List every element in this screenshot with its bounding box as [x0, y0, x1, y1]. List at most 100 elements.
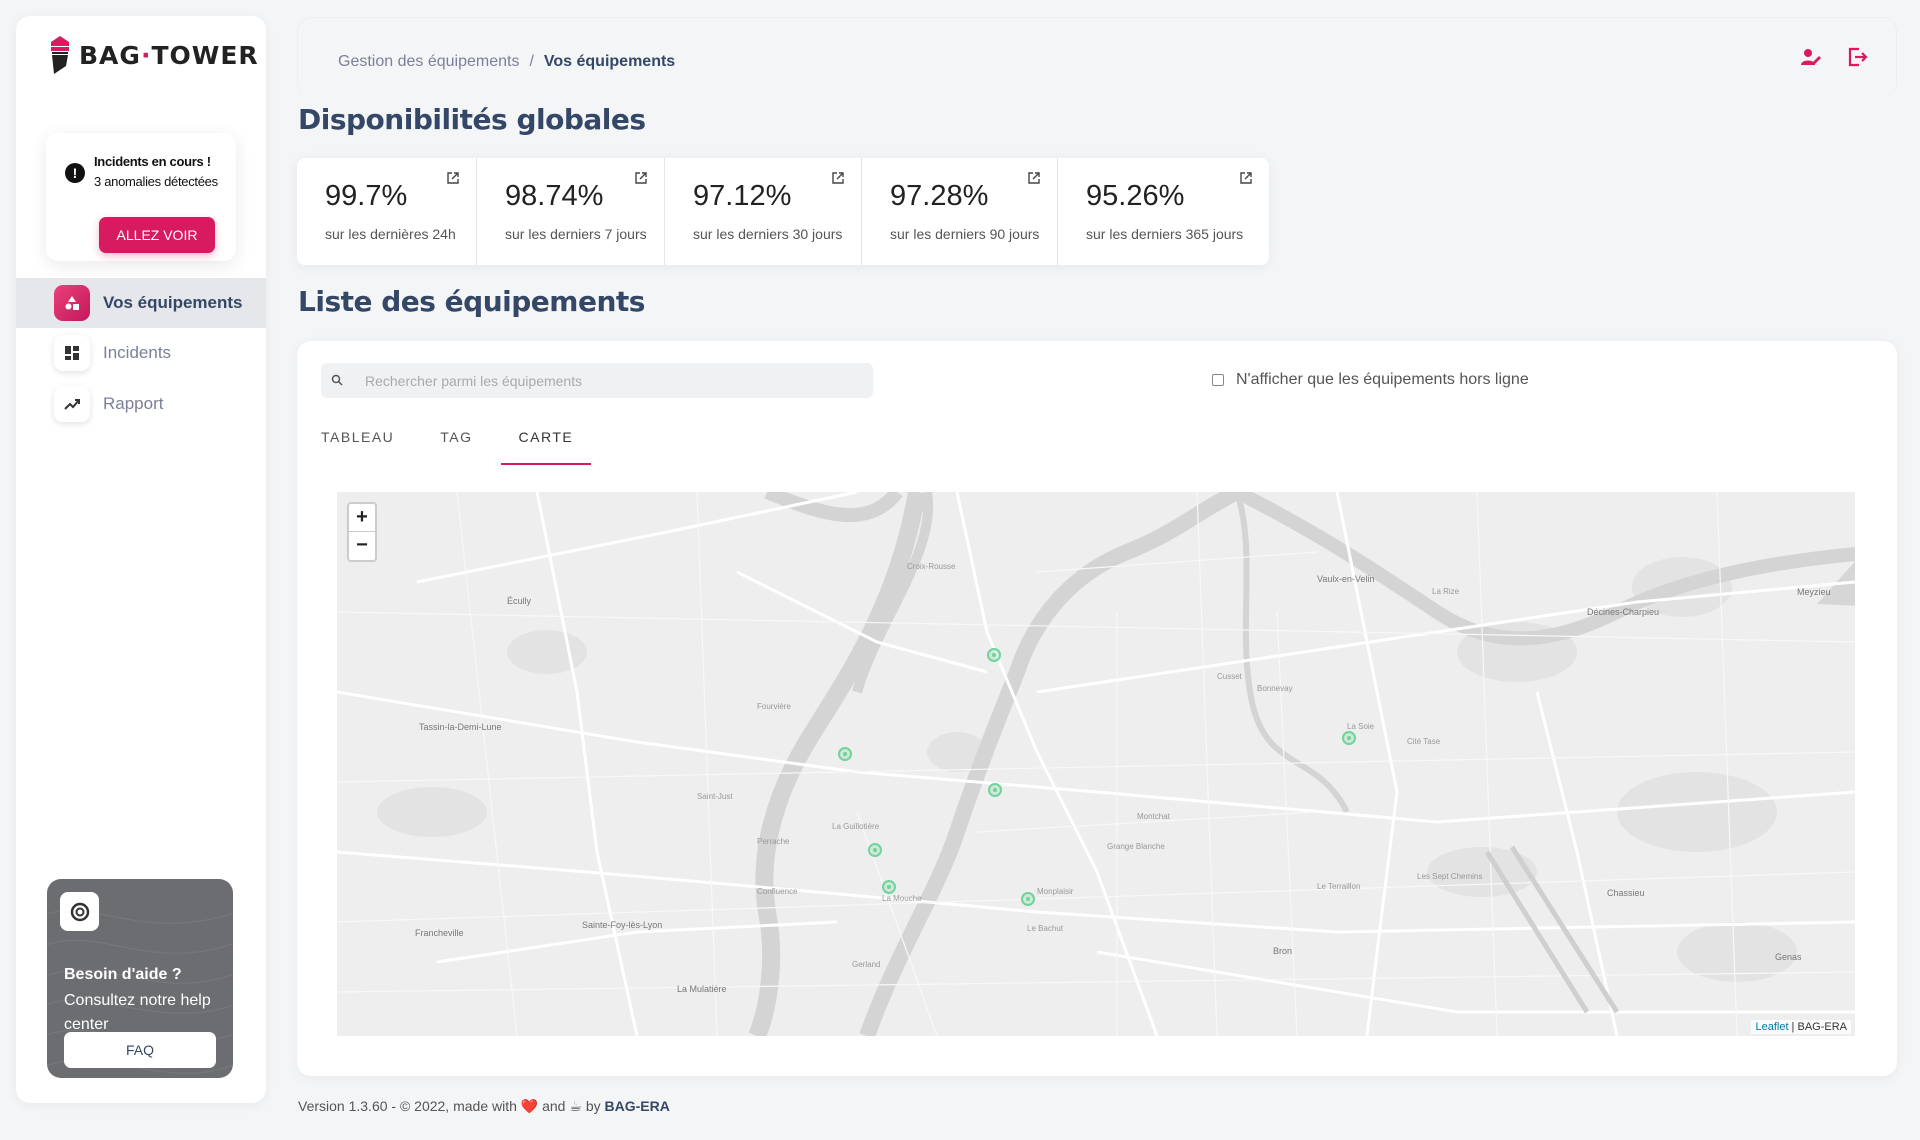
- help-card: Besoin d'aide ? Consultez notre help cen…: [47, 879, 233, 1078]
- map-place-label: Écully: [507, 596, 532, 606]
- map-place-label: La Guillotière: [832, 822, 880, 831]
- search-box[interactable]: [321, 363, 873, 398]
- map-place-label: Vaulx-en-Velin: [1317, 574, 1375, 584]
- trending-icon: [54, 386, 90, 422]
- incident-alert-card: ! Incidents en cours ! 3 anomalies détec…: [46, 133, 236, 261]
- map-place-label: La Soie: [1347, 722, 1375, 731]
- open-external-icon[interactable]: [1027, 171, 1041, 185]
- top-navbar: Gestion des équipements / Vos équipements: [297, 17, 1897, 97]
- map-place-label: Sainte-Foy-lès-Lyon: [582, 920, 663, 930]
- stat-card-30d[interactable]: 97.12% sur les derniers 30 jours: [665, 158, 862, 265]
- see-incidents-button[interactable]: ALLEZ VOIR: [99, 217, 215, 253]
- offline-filter[interactable]: N'afficher que les équipements hors lign…: [1212, 371, 1529, 389]
- heart-icon: ❤️: [520, 1098, 539, 1114]
- offline-checkbox[interactable]: [1212, 374, 1224, 386]
- alert-icon: !: [65, 163, 85, 183]
- tab-tag[interactable]: TAG: [440, 421, 472, 465]
- map-marker[interactable]: [838, 747, 852, 761]
- map-place-label: Décines-Charpieu: [1587, 607, 1660, 617]
- search-input[interactable]: [365, 363, 865, 398]
- map-place-label: Confluence: [757, 887, 798, 896]
- logout-icon[interactable]: [1846, 46, 1868, 68]
- sidebar-item-equipements[interactable]: Vos équipements: [16, 278, 266, 328]
- open-external-icon[interactable]: [634, 171, 648, 185]
- stat-caption: sur les derniers 365 jours: [1086, 226, 1244, 242]
- leaflet-link[interactable]: Leaflet: [1755, 1021, 1788, 1033]
- stat-value: 95.26%: [1086, 180, 1185, 212]
- map-place-label: Bron: [1273, 946, 1293, 956]
- map-place-label: Genas: [1775, 952, 1802, 962]
- map-place-label: Chassieu: [1607, 888, 1645, 898]
- page-footer: Version 1.3.60 - © 2022, made with ❤️ an…: [298, 1098, 670, 1114]
- map-marker[interactable]: [1021, 892, 1035, 906]
- map-place-label: Bonnevay: [1257, 684, 1293, 693]
- help-title: Besoin d'aide ?: [64, 966, 182, 983]
- breadcrumb-separator: /: [529, 53, 534, 70]
- top-actions: [1800, 46, 1868, 68]
- stat-value: 97.12%: [693, 180, 792, 212]
- map-place-label: Francheville: [415, 928, 464, 938]
- help-subtitle: Consultez notre help center: [64, 992, 211, 1033]
- stat-card-7d[interactable]: 98.74% sur les derniers 7 jours: [477, 158, 665, 265]
- map-place-label: Le Terraillon: [1317, 882, 1361, 891]
- map-marker[interactable]: [882, 880, 896, 894]
- stat-card-90d[interactable]: 97.28% sur les derniers 90 jours: [862, 158, 1058, 265]
- company-link[interactable]: BAG-ERA: [605, 1098, 670, 1114]
- open-external-icon[interactable]: [1239, 171, 1253, 185]
- map-place-label: La Mulatière: [677, 984, 727, 994]
- zoom-out-button[interactable]: −: [349, 532, 375, 560]
- shapes-icon: [54, 285, 90, 321]
- breadcrumb-current: Vos équipements: [543, 53, 676, 70]
- edit-user-icon[interactable]: [1800, 46, 1822, 68]
- availability-stats: 99.7% sur les dernières 24h 98.74% sur l…: [297, 158, 1269, 265]
- incident-alert-title: Incidents en cours !: [94, 154, 211, 169]
- map-place-label: Croix-Rousse: [907, 562, 956, 571]
- sidebar-item-rapport[interactable]: Rapport: [16, 379, 266, 429]
- tower-logo-icon: [51, 36, 69, 74]
- incident-alert-subtitle: 3 anomalies détectées: [94, 174, 218, 189]
- sidebar: BAG·TOWER ! Incidents en cours ! 3 anoma…: [16, 16, 266, 1103]
- map-zoom-control: + −: [347, 502, 377, 562]
- map-place-label: Grange Blanche: [1107, 842, 1165, 851]
- stat-value: 99.7%: [325, 180, 408, 212]
- stat-card-365d[interactable]: 95.26% sur les derniers 365 jours: [1058, 158, 1269, 265]
- stat-caption: sur les derniers 90 jours: [890, 226, 1040, 242]
- map-marker[interactable]: [988, 783, 1002, 797]
- map-place-label: Gerland: [852, 960, 881, 969]
- stat-card-24h[interactable]: 99.7% sur les dernières 24h: [297, 158, 477, 265]
- sidebar-item-label: Rapport: [103, 394, 164, 413]
- map-marker[interactable]: [868, 843, 882, 857]
- map-marker[interactable]: [1342, 731, 1356, 745]
- map-place-label: Le Bachut: [1027, 924, 1064, 933]
- breadcrumb-parent[interactable]: Gestion des équipements: [338, 53, 519, 70]
- map-place-label: Fourvière: [757, 702, 791, 711]
- stat-caption: sur les dernières 24h: [325, 226, 456, 242]
- brand-logo[interactable]: BAG·TOWER: [49, 36, 259, 74]
- availability-title: Disponibilités globales: [298, 103, 646, 136]
- map-place-label: La Mouche: [882, 894, 922, 903]
- map-place-label: Saint-Just: [697, 792, 733, 801]
- sidebar-item-incidents[interactable]: Incidents: [16, 328, 266, 378]
- coffee-icon: ☕: [569, 1098, 582, 1114]
- tab-tableau[interactable]: TABLEAU: [321, 421, 394, 465]
- equipment-list-panel: N'afficher que les équipements hors lign…: [297, 341, 1897, 1076]
- zoom-in-button[interactable]: +: [349, 504, 375, 532]
- map-marker[interactable]: [987, 648, 1001, 662]
- stat-value: 98.74%: [505, 180, 604, 212]
- open-external-icon[interactable]: [446, 171, 460, 185]
- sidebar-item-label: Incidents: [103, 343, 172, 362]
- view-tabs: TABLEAU TAG CARTE: [321, 421, 637, 465]
- map-attribution: Leaflet | BAG-ERA: [1751, 1020, 1851, 1034]
- equipment-map[interactable]: + − Écully Vaulx-en-Velin Décines-Charpi…: [337, 492, 1855, 1036]
- map-place-label: Perrache: [757, 837, 790, 846]
- faq-button[interactable]: FAQ: [64, 1032, 216, 1068]
- sidebar-item-label: Vos équipements: [103, 293, 243, 312]
- offline-filter-label: N'afficher que les équipements hors lign…: [1236, 371, 1529, 388]
- stat-caption: sur les derniers 30 jours: [693, 226, 843, 242]
- tab-carte[interactable]: CARTE: [500, 421, 592, 465]
- dashboard-icon: [54, 335, 90, 371]
- map-place-label: Cusset: [1217, 672, 1242, 681]
- open-external-icon[interactable]: [831, 171, 845, 185]
- map-place-label: Meyzieu: [1797, 587, 1831, 597]
- stat-caption: sur les derniers 7 jours: [505, 226, 647, 242]
